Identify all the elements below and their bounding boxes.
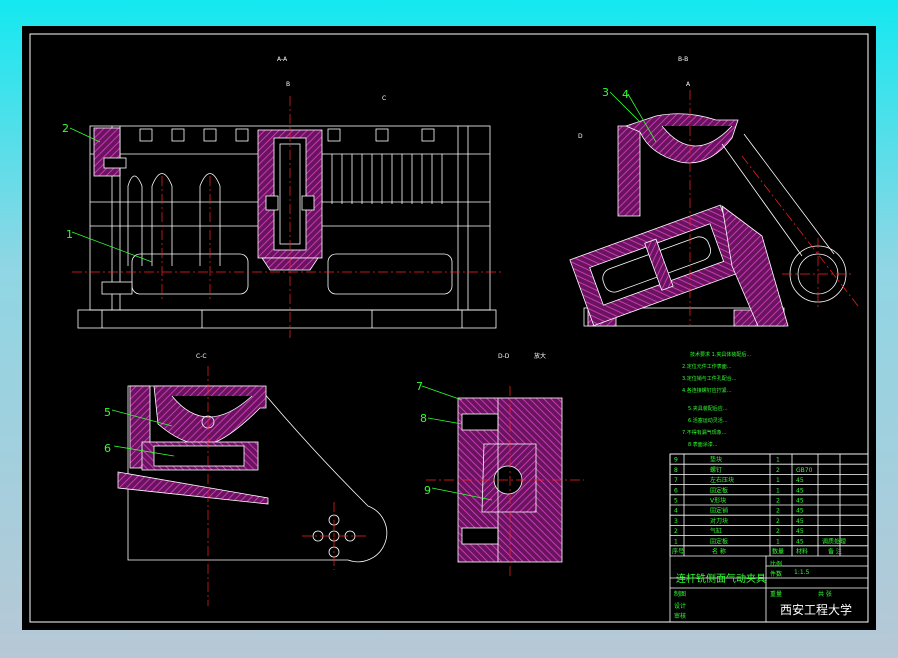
view-a-a-label: A-A — [277, 56, 288, 63]
note-2: 2.定位元件工作表面... — [682, 363, 732, 370]
section-a-mark: A — [686, 81, 691, 88]
note-4: 4.各连接螺钉应拧紧... — [682, 387, 732, 394]
section-b-mark: B — [286, 81, 290, 88]
weight-label: 重量 — [770, 590, 782, 598]
note-8: 8.表面涂漆... — [688, 441, 718, 448]
bom-no: 8 — [674, 467, 678, 474]
bom-material: 45 — [796, 487, 804, 494]
note-7: 7.不得有漏气现象... — [682, 429, 727, 436]
bom-table: 9 垫块 1 8 螺钉 2 GB70 7 左右压块 1 45 6 固定板 1 45 5 V形块 2 45 4 固定销 2 4… — [672, 456, 846, 556]
bom-name: 固定板 — [710, 486, 728, 494]
balloon-7: 7 — [416, 380, 423, 393]
balloon-8: 8 — [420, 412, 427, 425]
bom-header-note: 备 注 — [828, 548, 842, 556]
bom-qty: 2 — [776, 528, 780, 535]
drawing-frame: A-A B C B-B A D C-C D-D 放大 1 2 3 4 5 6 7… — [22, 26, 876, 630]
bom-no: 6 — [674, 487, 678, 494]
section-d-mark: D — [578, 133, 583, 140]
bom-qty: 1 — [776, 487, 780, 494]
cad-drawing: A-A B C B-B A D C-C D-D 放大 1 2 3 4 5 6 7… — [29, 33, 869, 623]
bom-name: 左右压块 — [710, 476, 734, 484]
bom-qty: 2 — [776, 498, 780, 505]
balloon-labels — [69, 91, 657, 501]
sheet-label: 共 张 — [818, 590, 832, 598]
bom-qty: 2 — [776, 518, 780, 525]
bom-name: 气缸 — [710, 527, 722, 535]
view-c-c: C-C — [117, 353, 388, 606]
bom-qty: 1 — [776, 477, 780, 484]
checked-label: 审核 — [674, 612, 686, 620]
bom-qty: 2 — [776, 467, 780, 474]
bom-no: 2 — [674, 528, 678, 535]
bom-qty: 1 — [776, 457, 780, 464]
bom-name: 固定销 — [710, 507, 728, 515]
note-1: 技术要求 1.夹具体装配后... — [690, 351, 752, 358]
balloon-4: 4 — [622, 88, 629, 101]
designer-label: 设计 — [674, 602, 686, 610]
bom-material: 45 — [796, 528, 804, 535]
view-d-d-label: D-D — [498, 353, 510, 360]
bom-material: 45 — [796, 538, 804, 545]
balloon-1: 1 — [66, 228, 73, 241]
bom-no: 4 — [674, 508, 678, 515]
bom-name: 螺钉 — [710, 466, 722, 474]
balloon-5: 5 — [104, 406, 111, 419]
balloon-9: 9 — [424, 484, 431, 497]
bom-material: 45 — [796, 508, 804, 515]
bom-material: 45 — [796, 518, 804, 525]
view-b-b-label: B-B — [678, 56, 688, 63]
balloon-6: 6 — [104, 442, 111, 455]
ratio-label: 比例 — [770, 560, 782, 568]
bom-header-qty: 数量 — [772, 548, 784, 556]
view-b-b: B-B A D — [569, 56, 859, 327]
bom-note: 调质处理 — [822, 537, 846, 545]
note-5: 5.夹具装配后应... — [688, 405, 728, 412]
section-c-mark: C — [382, 95, 386, 102]
bom-material: 45 — [796, 477, 804, 484]
bom-name: 固定板 — [710, 537, 728, 545]
view-d-d-scale: 放大 — [534, 352, 546, 360]
title-block-text: 连杆铣侧面气动夹具 比例 件数 1:1.5 重量 共 张 制图 设计 审核 西安… — [674, 560, 852, 620]
bom-header-name: 名 称 — [712, 548, 726, 556]
view-a-a: A-A B C — [72, 56, 502, 338]
bom-header-material: 材料 — [796, 548, 808, 556]
note-6: 6.活塞运动灵活... — [688, 417, 728, 424]
bom-qty: 1 — [776, 538, 780, 545]
bom-header-no: 序号 — [672, 548, 684, 556]
scale-value: 1:1.5 — [794, 569, 810, 576]
bom-material: GB70 — [796, 467, 813, 474]
drawn-label: 制图 — [674, 590, 686, 598]
bom-no: 3 — [674, 518, 678, 525]
bom-material: 45 — [796, 498, 804, 505]
drawing-title: 连杆铣侧面气动夹具 — [676, 572, 766, 585]
view-c-c-label: C-C — [196, 353, 207, 360]
qty-label: 件数 — [770, 570, 782, 578]
note-3: 3.定位销与工件孔配合... — [682, 375, 737, 382]
bom-no: 7 — [674, 477, 678, 484]
balloon-3: 3 — [602, 86, 609, 99]
balloon-2: 2 — [62, 122, 69, 135]
bom-name: 垫块 — [710, 456, 722, 464]
bom-no: 1 — [674, 538, 678, 545]
bom-name: 对刀块 — [710, 517, 728, 525]
bom-no: 5 — [674, 498, 678, 505]
technical-notes: 技术要求 1.夹具体装配后... 2.定位元件工作表面... 3.定位销与工件孔… — [682, 351, 752, 448]
school-name: 西安工程大学 — [780, 602, 852, 617]
bom-qty: 2 — [776, 508, 780, 515]
bom-name: V形块 — [710, 497, 726, 505]
view-d-d: D-D 放大 — [426, 352, 584, 576]
bom-no: 9 — [674, 457, 678, 464]
